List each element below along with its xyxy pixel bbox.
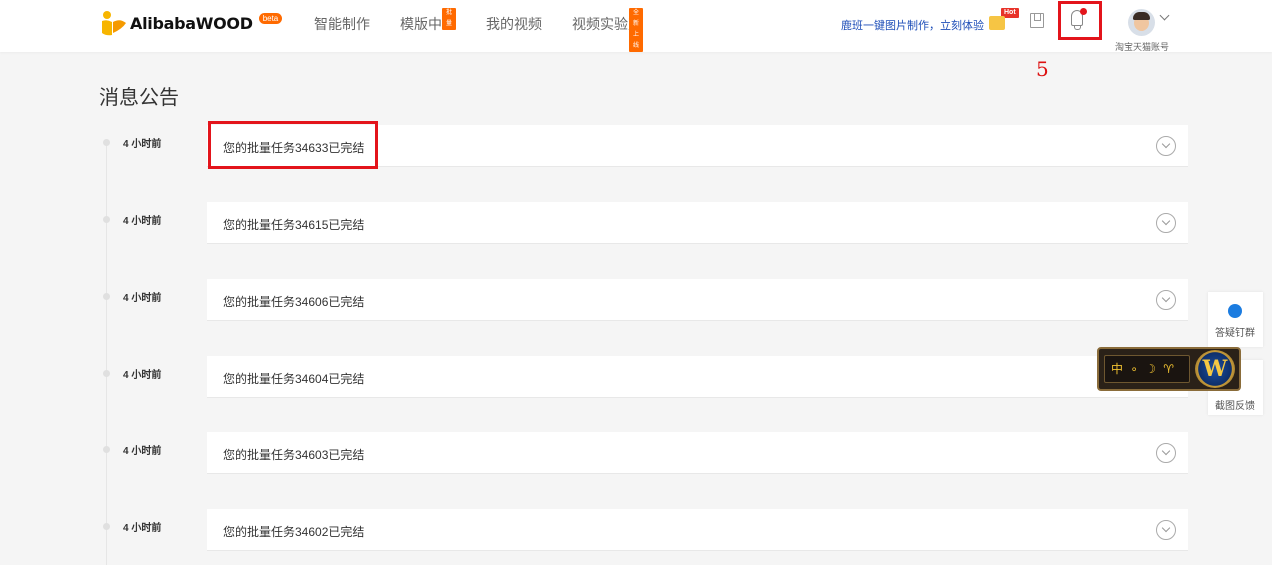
notice-time: 4 小时前 [123, 293, 162, 304]
timeline-dot [103, 216, 110, 223]
top-header: AlibabaWOOD beta 智能制作 模版中心 批量 我的视频 视频实验室… [0, 0, 1272, 52]
expand-chevron-icon[interactable] [1156, 136, 1176, 156]
notice-item: 4 小时前 您的批量任务34602已完结 [0, 509, 1272, 551]
qa-group-label: 答疑钉群 [1215, 328, 1255, 339]
notice-time: 4 小时前 [123, 446, 162, 457]
notice-card[interactable]: 您的批量任务34604已完结 [207, 356, 1188, 398]
nav-template-center[interactable]: 模版中心 批量 [400, 0, 457, 52]
expand-chevron-icon[interactable] [1156, 520, 1176, 540]
qa-group-button[interactable]: 答疑钉群 [1208, 292, 1263, 347]
notice-item: 4 小时前 您的批量任务34615已完结 [0, 202, 1272, 244]
notice-card[interactable]: 您的批量任务34615已完结 [207, 202, 1188, 244]
notice-time: 4 小时前 [123, 139, 162, 150]
nav-my-videos[interactable]: 我的视频 [486, 0, 542, 52]
notice-item: 4 小时前 您的批量任务34603已完结 [0, 432, 1272, 474]
gift-icon[interactable]: Hot [989, 8, 1025, 34]
game-bar: 中 ∘ ☽ ♈ [1104, 355, 1190, 383]
main-nav: 智能制作 模版中心 批量 我的视频 视频实验室 全新上线 [314, 0, 672, 52]
expand-chevron-icon[interactable] [1156, 290, 1176, 310]
beta-badge: beta [258, 12, 283, 24]
notice-card[interactable]: 您的批量任务34606已完结 [207, 279, 1188, 321]
logo[interactable]: AlibabaWOOD beta [98, 9, 283, 37]
gift-box-icon [989, 16, 1005, 30]
logo-text: AlibabaWOOD [130, 13, 253, 33]
nav-video-lab[interactable]: 视频实验室 全新上线 [572, 0, 644, 52]
notice-time: 4 小时前 [123, 216, 162, 227]
timeline-dot [103, 523, 110, 530]
bookmark-icon[interactable] [1030, 13, 1044, 28]
notice-text: 您的批量任务34604已完结 [223, 372, 365, 386]
annotation-number: 5 [1036, 57, 1049, 81]
account-label: 淘宝天猫账号 [1115, 42, 1170, 52]
expand-chevron-icon[interactable] [1156, 213, 1176, 233]
notice-card[interactable]: 您的批量任务34602已完结 [207, 509, 1188, 551]
avatar[interactable] [1128, 9, 1155, 36]
notice-item: 4 小时前 您的批量任务34633已完结 [0, 125, 1272, 167]
first-notice-highlight [208, 121, 378, 169]
dingtalk-icon [1228, 304, 1242, 318]
promo-link[interactable]: 鹿班一键图片制作，立刻体验 [841, 17, 984, 33]
nav-badge: 全新上线 [629, 8, 644, 52]
notice-text: 您的批量任务34603已完结 [223, 448, 365, 462]
timeline-dot [103, 293, 110, 300]
timeline-dot [103, 446, 110, 453]
feedback-label: 截图反馈 [1215, 401, 1255, 412]
expand-chevron-icon[interactable] [1156, 443, 1176, 463]
unread-dot [1080, 8, 1087, 15]
notice-text: 您的批量任务34602已完结 [223, 525, 365, 539]
game-logo-icon: W [1195, 350, 1235, 388]
nav-badge: 批量 [442, 8, 457, 30]
chevron-down-icon[interactable] [1159, 10, 1170, 21]
nav-label: 我的视频 [486, 16, 542, 32]
notice-text: 您的批量任务34615已完结 [223, 218, 365, 232]
notification-bell-highlight[interactable] [1058, 1, 1102, 40]
nav-label: 智能制作 [314, 16, 370, 32]
notice-time: 4 小时前 [123, 370, 162, 381]
logo-mark-icon [98, 9, 128, 37]
notice-card[interactable]: 您的批量任务34603已完结 [207, 432, 1188, 474]
notice-time: 4 小时前 [123, 523, 162, 534]
game-overlay-widget[interactable]: 中 ∘ ☽ ♈ W [1097, 347, 1241, 391]
notice-item: 4 小时前 您的批量任务34604已完结 [0, 356, 1272, 398]
notice-item: 4 小时前 您的批量任务34606已完结 [0, 279, 1272, 321]
page-title: 消息公告 [99, 87, 179, 109]
notice-text: 您的批量任务34606已完结 [223, 295, 365, 309]
timeline-dot [103, 370, 110, 377]
timeline-dot [103, 139, 110, 146]
nav-smart-create[interactable]: 智能制作 [314, 0, 370, 52]
